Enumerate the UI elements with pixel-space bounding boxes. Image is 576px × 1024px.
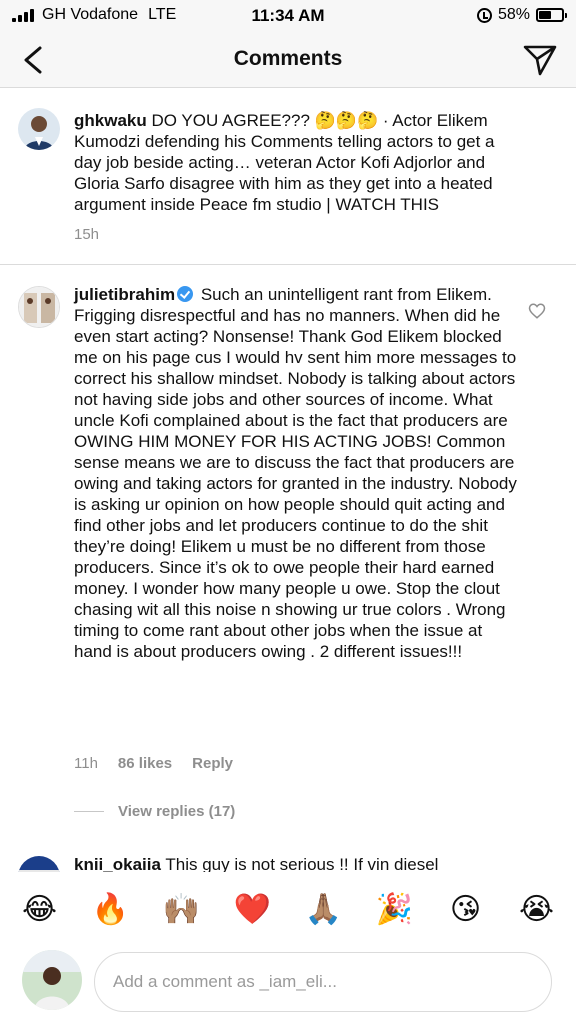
replies-line	[74, 811, 104, 812]
caption-meta: 15h	[74, 226, 99, 243]
send-direct-icon[interactable]	[520, 40, 560, 80]
composer-avatar-image	[22, 950, 82, 1010]
battery-percent: 58%	[497, 6, 530, 23]
comment-text: Such an unintelligent rant from Elikem. …	[74, 285, 517, 661]
caption-username[interactable]: ghkwaku	[74, 111, 147, 130]
emoji-kiss[interactable]: 😘	[444, 890, 488, 930]
emoji-cry[interactable]: 😭	[515, 890, 559, 930]
verified-badge-icon	[177, 286, 194, 302]
composer-avatar	[22, 950, 82, 1010]
view-replies-label: View replies (17)	[118, 803, 236, 820]
next-comment-username[interactable]: knii_okaiia	[74, 855, 161, 872]
emoji-raised-hands[interactable]: 🙌🏽	[160, 890, 204, 930]
comment-input[interactable]	[113, 972, 533, 992]
rotation-lock-icon	[476, 7, 492, 23]
comment-avatar-image	[19, 287, 59, 327]
emoji-party[interactable]: 🎉	[373, 890, 417, 930]
next-comment-item: knii_okaiia This guy is not serious !! I…	[0, 848, 576, 872]
page-title: Comments	[233, 47, 343, 70]
comment-input-box[interactable]	[94, 952, 552, 1012]
next-comment-avatar-image	[18, 856, 60, 872]
comment-composer	[0, 948, 576, 1024]
view-replies-button[interactable]: View replies (17)	[74, 803, 235, 820]
comment-meta: 11h 86 likes Reply	[74, 755, 233, 772]
comment-text-block: julietibrahim Such an unintelligent rant…	[74, 284, 520, 662]
emoji-bar: 😂 🔥 🙌🏽 ❤️ 🙏🏽 🎉 😘 😭	[0, 872, 576, 948]
caption-text-block: ghkwaku DO YOU AGREE??? 🤔🤔🤔 · Actor Elik…	[74, 110, 522, 215]
status-right: 58%	[476, 6, 567, 24]
caption-time: 15h	[74, 226, 100, 243]
caption-avatar[interactable]	[18, 108, 60, 150]
caption-avatar-image	[18, 108, 60, 150]
reply-button[interactable]: Reply	[192, 755, 233, 772]
comment-avatar[interactable]	[18, 286, 60, 328]
next-comment-avatar[interactable]	[18, 856, 60, 872]
battery-icon	[536, 8, 567, 22]
battery-fill	[539, 11, 551, 19]
comment-likes[interactable]: 86 likes	[118, 755, 172, 772]
comment-username[interactable]: julietibrahim	[74, 285, 175, 304]
emoji-pray[interactable]: 🙏🏽	[302, 890, 346, 930]
emoji-fire[interactable]: 🔥	[89, 890, 133, 930]
comment-time: 11h	[74, 755, 98, 772]
caption-divider	[0, 264, 576, 265]
emoji-heart[interactable]: ❤️	[231, 890, 275, 930]
nav-bar: Comments	[0, 30, 576, 88]
next-comment-text-block: knii_okaiia This guy is not serious !! I…	[74, 854, 522, 872]
next-comment-text: This guy is not serious !! If vin diesel	[165, 855, 439, 872]
status-bar: GH Vodafone LTE 11:34 AM 58%	[0, 0, 576, 30]
emoji-laugh[interactable]: 😂	[18, 890, 62, 930]
like-heart-icon[interactable]	[528, 302, 546, 320]
